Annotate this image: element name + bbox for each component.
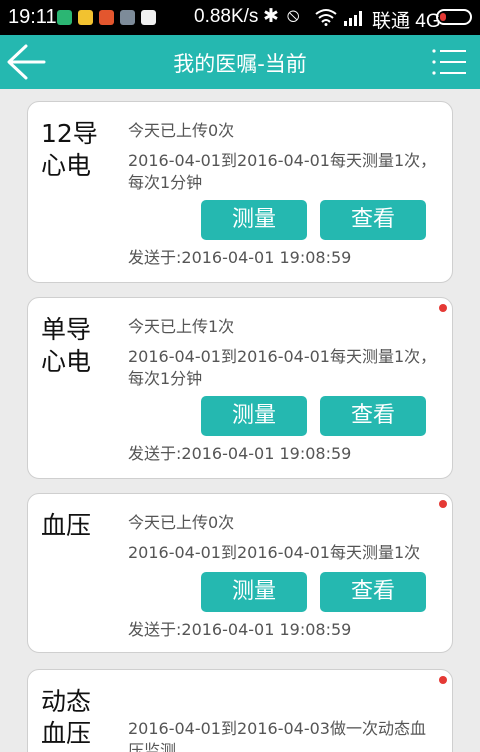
order-type-label: 单导 心电 [41,315,92,376]
order-card: 血压 今天已上传0次 2016-04-01到2016-04-01每天测量1次 测… [27,493,453,653]
measure-button[interactable]: 测量 [201,200,307,240]
unread-dot-icon [439,304,447,312]
view-button[interactable]: 查看 [320,572,426,612]
upload-count: 今天已上传1次 [128,317,235,336]
upload-count: 今天已上传0次 [128,121,235,140]
order-card: 动态 血压 2016-04-01到2016-04-03做一次动态血压监测 [27,669,453,752]
carrier-label: 联通 4G [372,11,441,32]
app-bubble-icon [78,10,93,25]
app-header: 我的医嘱-当前 [0,35,480,89]
app-game-icon [99,10,114,25]
vibrate-off-icon: ⦸ [287,5,300,26]
battery-icon [436,9,472,25]
upload-count: 今天已上传0次 [128,513,235,532]
status-bar: 19:11 0.88K/s ✱ ⦸ 联通 4G [0,0,480,35]
app-shield-icon [57,10,72,25]
sent-time: 发送于:2016-04-01 19:08:59 [128,444,352,463]
page-title: 我的医嘱-当前 [173,52,307,76]
order-schedule: 2016-04-01到2016-04-01每天测量1次 [128,543,421,562]
order-type-label: 动态 血压 [41,687,92,748]
bluetooth-icon: ✱ [263,6,279,27]
menu-list-icon[interactable] [430,45,470,79]
order-card: 单导 心电 今天已上传1次 2016-04-01到2016-04-01每天测量1… [27,297,453,479]
view-button[interactable]: 查看 [320,200,426,240]
order-schedule: 2016-04-01到2016-04-01每天测量1次，每次1分钟 [128,151,437,192]
status-time: 19:11 [8,6,57,28]
net-speed: 0.88K/s [194,6,259,27]
unread-dot-icon [439,500,447,508]
order-card: 12导 心电 今天已上传0次 2016-04-01到2016-04-01每天测量… [27,101,453,283]
view-button[interactable]: 查看 [320,396,426,436]
order-list: 12导 心电 今天已上传0次 2016-04-01到2016-04-01每天测量… [0,89,480,752]
unread-dot-icon [439,676,447,684]
order-schedule: 2016-04-01到2016-04-01每天测量1次，每次1分钟 [128,347,437,388]
signal-icon [344,11,362,26]
sent-time: 发送于:2016-04-01 19:08:59 [128,620,352,639]
order-type-label: 12导 心电 [41,119,98,180]
app-doc-icon [141,10,156,25]
order-schedule: 2016-04-01到2016-04-03做一次动态血压监测 [128,719,426,752]
measure-button[interactable]: 测量 [201,572,307,612]
wifi-icon [315,9,337,26]
sent-time: 发送于:2016-04-01 19:08:59 [128,248,352,267]
app-square-icon [120,10,135,25]
order-type-label: 血压 [41,511,92,540]
measure-button[interactable]: 测量 [201,396,307,436]
